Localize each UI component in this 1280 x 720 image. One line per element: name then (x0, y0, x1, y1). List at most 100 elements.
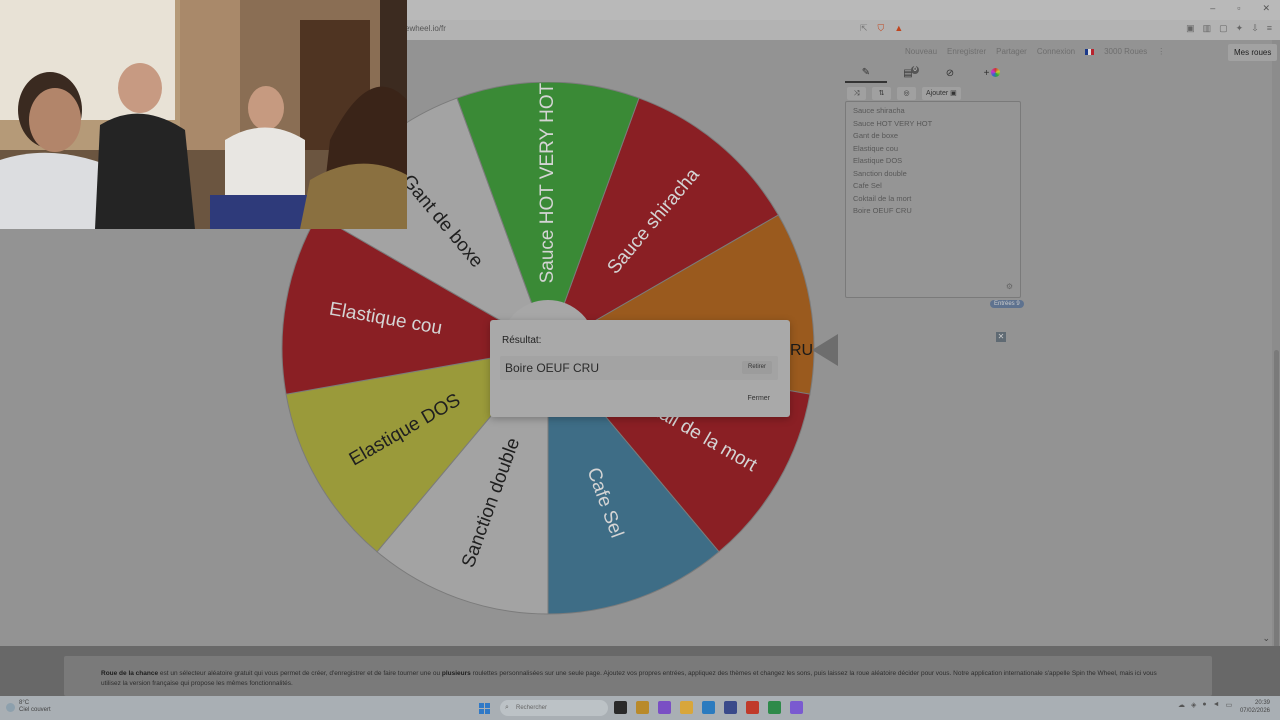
entries-count-badge: Entrées 9 (990, 300, 1024, 308)
mic-icon[interactable]: ● (1202, 701, 1206, 709)
battery-icon[interactable]: ▭ (1226, 701, 1233, 709)
wheel-segment-label: Sauce HOT VERY HOT (537, 82, 558, 283)
network-icon[interactable]: ◈ (1191, 701, 1196, 709)
url-icons: ⇱ ⛉ ▲ (860, 23, 903, 34)
image-button[interactable]: ◎ (897, 87, 916, 100)
description-bold-title: Roue de la chance (101, 670, 159, 677)
tab-edit[interactable]: ✎ (845, 64, 887, 83)
clock-time: 20:39 (1254, 700, 1270, 706)
taskbar-app-icon[interactable] (702, 701, 715, 714)
nav-save[interactable]: Enregistrer (947, 47, 986, 56)
weather-widget[interactable]: 8°C Ciel couvert (6, 700, 51, 714)
minimize-button[interactable]: – (1210, 3, 1215, 14)
taskbar-search[interactable]: ⌕ Rechercher (500, 700, 608, 716)
taskbar-app-icon[interactable] (636, 701, 649, 714)
site-nav: Nouveau Enregistrer Partager Connexion 3… (905, 47, 1165, 56)
screenshot-icon[interactable]: ▣ (1186, 23, 1195, 34)
share-icon[interactable]: ⇱ (860, 23, 868, 34)
shuffle-button[interactable]: ⤨ (847, 87, 866, 100)
download-icon[interactable]: ⇩ (1251, 23, 1259, 34)
search-icon: ⌕ (505, 704, 509, 711)
entries-editor: ✎ ▤ 0 ⊘ + ⤨ ⇅ ◎ Ajouter ▣ Sauce shiracha … (845, 64, 1025, 308)
volume-icon[interactable]: ◄ (1213, 701, 1220, 709)
maximize-button[interactable]: ▫ (1237, 3, 1240, 14)
french-flag-icon[interactable] (1085, 48, 1095, 55)
nav-new[interactable]: Nouveau (905, 47, 937, 56)
webcam-image (0, 0, 407, 229)
taskbar-app-icon[interactable] (768, 701, 781, 714)
taskbar-app-icon[interactable] (790, 701, 803, 714)
tab-hide[interactable]: ⊘ (929, 68, 971, 79)
result-value: Boire OEUF CRU (505, 361, 600, 375)
eye-off-icon: ⊘ (945, 68, 955, 79)
close-window-button[interactable]: ✕ (1262, 3, 1270, 14)
entry-line: Sanction double (853, 168, 907, 178)
brave-shield-icon[interactable]: ⛉ (878, 23, 885, 34)
results-badge: 0 (911, 66, 919, 74)
taskbar-app-icon[interactable] (724, 701, 737, 714)
result-dialog: Résultat: Boire OEUF CRU Retirer Fermer (490, 320, 790, 417)
remove-button[interactable]: Retirer (741, 361, 772, 374)
add-color-icon: + (983, 68, 990, 79)
window-controls: – ▫ ✕ (1210, 3, 1270, 14)
description-bold-word: plusieurs (441, 670, 471, 677)
editor-tabs: ✎ ▤ 0 ⊘ + (845, 64, 1025, 83)
entry-line: Cafe Sel (853, 181, 882, 190)
windows-taskbar: 8°C Ciel couvert ⌕ Rechercher ☁ ◈ ● ◄ ▭ … (0, 696, 1280, 720)
gear-icon[interactable]: ⚙ (1006, 282, 1013, 291)
pencil-icon: ✎ (861, 67, 871, 78)
sort-button[interactable]: ⇅ (872, 87, 891, 100)
taskbar-apps (614, 701, 803, 714)
tab-customize[interactable]: + (971, 68, 1013, 79)
cloud-icon[interactable]: ☁ (1178, 701, 1185, 709)
wheel-pointer-icon (812, 334, 838, 366)
entry-line: Elastique cou (853, 143, 899, 153)
search-placeholder: Rechercher (516, 705, 548, 711)
color-wheel-icon (991, 68, 1001, 77)
nav-share[interactable]: Partager (996, 47, 1027, 56)
extension-icon[interactable]: ✦ (1236, 23, 1244, 34)
windows-start-icon[interactable] (479, 703, 490, 714)
weather-desc: Ciel couvert (19, 707, 51, 713)
webcam-overlay (0, 0, 407, 229)
sidebar-icon[interactable]: ▥ (1203, 23, 1212, 34)
entry-line: Sauce shiracha (853, 106, 905, 115)
url-text[interactable]: ewheel.io/fr (405, 24, 446, 33)
entry-line: Elastique DOS (853, 156, 903, 165)
add-image-button[interactable]: Ajouter ▣ (922, 87, 961, 100)
close-dialog-button[interactable]: Fermer (747, 395, 770, 402)
taskbar-app-icon[interactable] (658, 701, 671, 714)
weather-temp: 8°C (19, 700, 30, 706)
system-tray: ☁ ◈ ● ◄ ▭ (1178, 701, 1232, 709)
page-scrollbar[interactable] (1272, 40, 1280, 680)
taskbar-app-icon[interactable] (680, 701, 693, 714)
result-row: Boire OEUF CRU Retirer (500, 356, 778, 380)
more-icon[interactable]: ⋮ (1157, 47, 1165, 56)
tab-results[interactable]: ▤ 0 (887, 66, 929, 79)
taskbar-app-icon[interactable] (614, 701, 627, 714)
wallet-icon[interactable]: ▢ (1219, 23, 1228, 34)
browser-toolbar: ▣ ▥ ▢ ✦ ⇩ ≡ (1186, 23, 1272, 34)
menu-icon[interactable]: ≡ (1267, 23, 1272, 34)
taskbar-app-icon[interactable] (746, 701, 759, 714)
description-text: est un sélecteur aléatoire gratuit qui v… (158, 670, 442, 677)
entries-textarea[interactable]: Sauce shiracha Sauce HOT VERY HOT Gant d… (845, 101, 1021, 298)
weather-icon (6, 702, 15, 712)
editor-tools: ⤨ ⇅ ◎ Ajouter ▣ (847, 87, 1025, 100)
description-box: Roue de la chance est un sélecteur aléat… (64, 656, 1212, 696)
nav-wheels-count[interactable]: 3000 Roues (1104, 47, 1147, 56)
entry-line: Coktail de la mort (853, 193, 912, 203)
nav-login[interactable]: Connexion (1037, 47, 1075, 56)
entry-line: Gant de boxe (853, 131, 899, 140)
taskbar-clock[interactable]: 20:39 07/02/2026 (1240, 699, 1270, 715)
entry-line: Sauce HOT VERY HOT (853, 118, 933, 128)
entry-line: Boire OEUF CRU (853, 206, 912, 215)
dialog-title: Résultat: (502, 335, 542, 346)
scroll-down-icon[interactable]: ⌄ (1262, 633, 1270, 644)
close-icon[interactable]: ✕ (996, 332, 1006, 342)
brave-rewards-icon[interactable]: ▲ (894, 23, 903, 34)
clock-date: 07/02/2026 (1239, 708, 1270, 714)
scroll-thumb[interactable] (1274, 350, 1279, 680)
wheel-partial-label: RU (790, 342, 813, 359)
my-wheels-button[interactable]: Mes roues (1228, 44, 1278, 61)
